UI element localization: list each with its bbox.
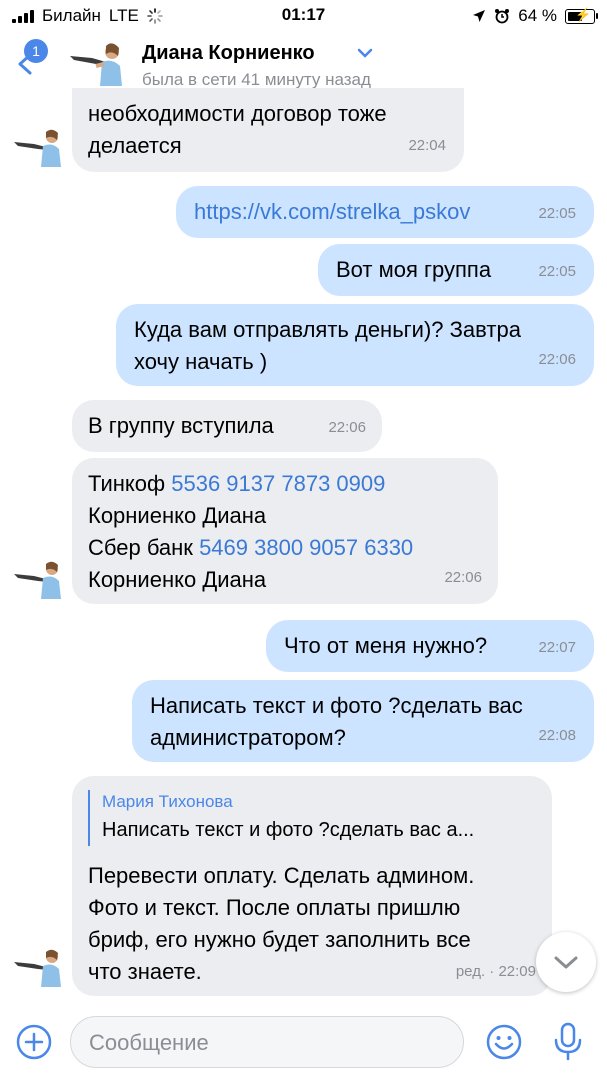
message-time: 22:06	[444, 569, 482, 586]
message-time: 22:04	[408, 137, 446, 154]
message-time: 22:07	[538, 639, 576, 656]
chevron-down-icon[interactable]	[356, 46, 374, 60]
message-input-placeholder: Сообщение	[89, 1030, 209, 1055]
message-time: 22:05	[538, 263, 576, 280]
message-input[interactable]: Сообщение	[70, 1016, 464, 1068]
message-bubble[interactable]: необходимости договор тоже делается 22:0…	[72, 88, 464, 172]
avatar[interactable]	[66, 42, 126, 88]
alarm-icon	[495, 9, 510, 24]
chevron-down-icon	[554, 956, 578, 969]
message-bubble[interactable]: В группу вступила 22:06	[72, 400, 382, 452]
message-bubble[interactable]: https://vk.com/strelka_pskov 22:05	[176, 186, 594, 238]
message-text: Что от меня нужно?	[284, 633, 488, 658]
message-line: Сбер банк 5469 3800 9057 6330	[88, 532, 413, 564]
reply-author: Мария Тихонова	[102, 792, 233, 811]
message-time: 22:06	[328, 419, 366, 436]
message-text: что знаете.	[88, 959, 202, 984]
message-text: Вот моя группа	[336, 257, 492, 282]
message-time: 22:06	[538, 351, 576, 368]
card-number-link[interactable]: 5469 3800 9057 6330	[199, 535, 413, 560]
avatar[interactable]	[12, 128, 64, 168]
location-icon	[473, 10, 486, 22]
message-text: администратором?	[150, 725, 346, 750]
message-time: 22:05	[538, 205, 576, 222]
status-bar: Билайн LTE 01:17 64 % ⚡	[0, 0, 607, 30]
message-time: ред. · 22:09	[456, 956, 536, 988]
message-text: Фото и текст. После оплаты пришлю	[88, 895, 461, 920]
message-bubble[interactable]: Написать текст и фото ?сделать вас админ…	[132, 680, 594, 762]
reply-text: Написать текст и фото ?сделать вас а...	[102, 819, 475, 841]
avatar[interactable]	[12, 560, 64, 600]
battery-percent: 64 %	[518, 6, 557, 25]
reply-quote[interactable]: Мария Тихонова Написать текст и фото ?сд…	[88, 790, 530, 846]
message-text: необходимости договор тоже	[88, 101, 387, 126]
message-text: Написать текст и фото ?сделать вас	[150, 693, 523, 718]
message-text: Перевести оплату. Сделать админом.	[88, 863, 475, 888]
contact-status: была в сети 41 минуту назад	[142, 70, 371, 89]
edited-label: ред. ·	[455, 963, 495, 980]
battery-icon: ⚡	[565, 7, 598, 24]
message-bubble[interactable]: Что от меня нужно? 22:07	[266, 620, 594, 672]
emoji-icon[interactable]	[486, 1024, 522, 1060]
message-time-value: 22:09	[498, 963, 536, 980]
message-text: делается	[88, 133, 182, 158]
message-text: Корниенко Диана	[88, 503, 267, 528]
message-bubble[interactable]: Вот моя группа 22:05	[318, 244, 594, 296]
message-line: Тинкоф 5536 9137 7873 0909	[88, 468, 385, 500]
scroll-down-button[interactable]	[536, 932, 596, 992]
microphone-icon[interactable]	[552, 1022, 584, 1062]
message-text: В группу вступила	[88, 413, 274, 438]
bank-label: Тинкоф	[88, 471, 166, 496]
card-number-link[interactable]: 5536 9137 7873 0909	[171, 471, 385, 496]
message-text: Корниенко Диана	[88, 567, 267, 592]
message-text: бриф, его нужно будет заполнить все	[88, 927, 471, 952]
message-list[interactable]: необходимости договор тоже делается 22:0…	[0, 88, 607, 1000]
message-bubble[interactable]: Тинкоф 5536 9137 7873 0909 Корниенко Диа…	[72, 458, 498, 604]
avatar[interactable]	[12, 948, 64, 988]
contact-name[interactable]: Диана Корниенко	[142, 42, 315, 65]
message-text: Куда вам отправлять деньги)? Завтра	[134, 317, 521, 342]
composer: Сообщение	[0, 1004, 607, 1080]
bank-label: Сбер банк	[88, 535, 193, 560]
message-time: 22:08	[538, 727, 576, 744]
message-link[interactable]: https://vk.com/strelka_pskov	[194, 196, 470, 228]
message-bubble[interactable]: Мария Тихонова Написать текст и фото ?сд…	[72, 776, 552, 996]
message-text: хочу начать )	[134, 349, 268, 374]
unread-badge[interactable]: 1	[24, 39, 48, 63]
add-icon[interactable]	[16, 1024, 52, 1060]
message-bubble[interactable]: Куда вам отправлять деньги)? Завтра хочу…	[116, 304, 594, 386]
